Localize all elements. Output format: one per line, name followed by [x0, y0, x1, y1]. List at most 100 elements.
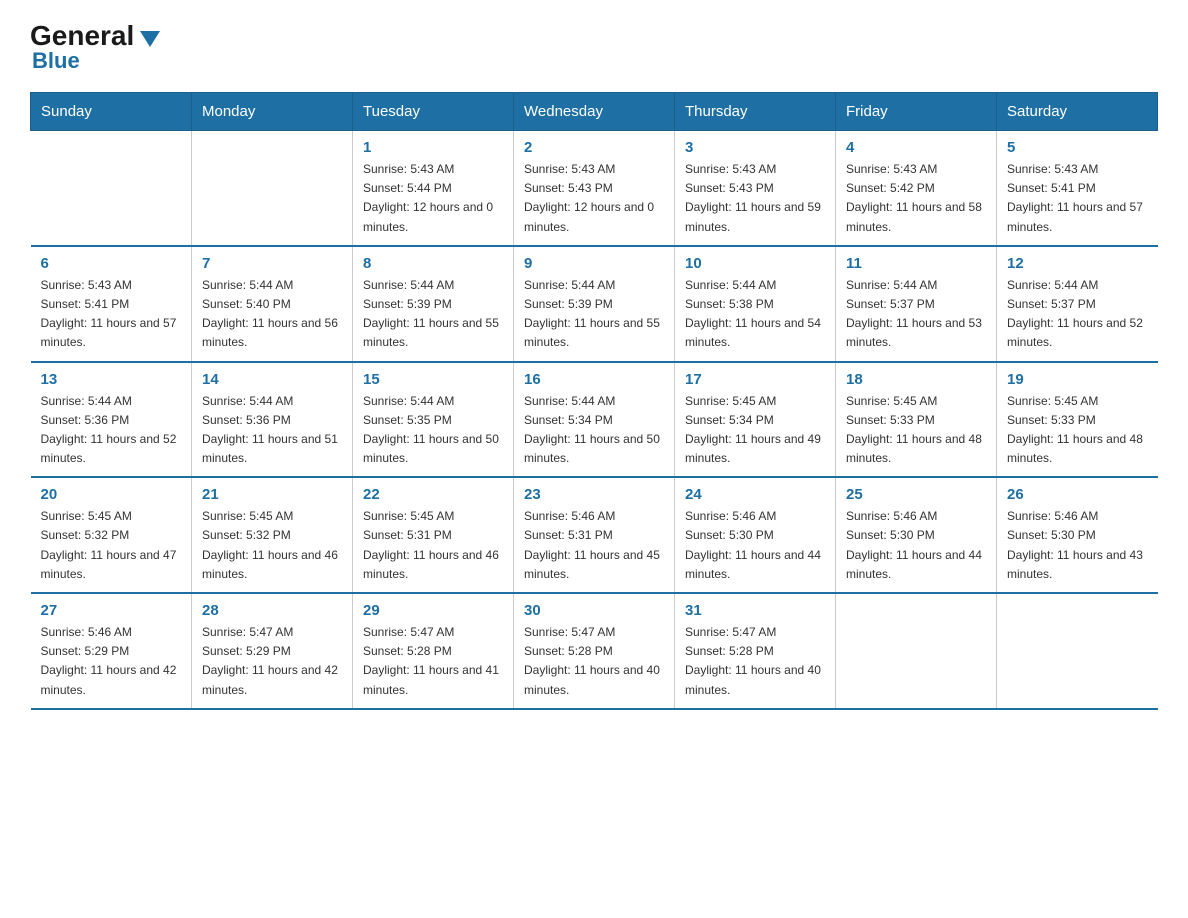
day-number: 12: [1007, 255, 1148, 272]
calendar-cell: 29 Sunrise: 5:47 AMSunset: 5:28 PMDayligh…: [353, 593, 514, 709]
day-info: Sunrise: 5:47 AMSunset: 5:29 PMDaylight:…: [202, 623, 342, 700]
calendar-week-1: 1 Sunrise: 5:43 AMSunset: 5:44 PMDaylight…: [31, 131, 1158, 246]
calendar-cell: 8Sunrise: 5:44 AMSunset: 5:39 PMDaylight…: [353, 246, 514, 362]
day-info: Sunrise: 5:43 AMSunset: 5:41 PMDaylight:…: [1007, 160, 1148, 237]
calendar-week-3: 13 Sunrise: 5:44 AMSunset: 5:36 PMDayligh…: [31, 362, 1158, 478]
day-number: 25: [846, 486, 986, 503]
day-info: Sunrise: 5:46 AMSunset: 5:30 PMDaylight:…: [685, 507, 825, 584]
calendar-week-2: 6Sunrise: 5:43 AMSunset: 5:41 PMDaylight…: [31, 246, 1158, 362]
day-number: 5: [1007, 139, 1148, 156]
day-number: 24: [685, 486, 825, 503]
day-info: Sunrise: 5:44 AMSunset: 5:37 PMDaylight:…: [1007, 276, 1148, 353]
day-info: Sunrise: 5:43 AMSunset: 5:43 PMDaylight:…: [524, 160, 664, 237]
day-info: Sunrise: 5:44 AMSunset: 5:36 PMDaylight:…: [202, 392, 342, 469]
day-info: Sunrise: 5:47 AMSunset: 5:28 PMDaylight:…: [363, 623, 503, 700]
day-number: 28: [202, 602, 342, 619]
calendar-cell: 19 Sunrise: 5:45 AMSunset: 5:33 PMDayligh…: [997, 362, 1158, 478]
calendar-cell: 18 Sunrise: 5:45 AMSunset: 5:33 PMDayligh…: [836, 362, 997, 478]
page-header: General Blue: [30, 20, 1158, 74]
calendar-cell: 15 Sunrise: 5:44 AMSunset: 5:35 PMDayligh…: [353, 362, 514, 478]
calendar-cell: 11Sunrise: 5:44 AMSunset: 5:37 PMDayligh…: [836, 246, 997, 362]
calendar-cell: 22 Sunrise: 5:45 AMSunset: 5:31 PMDayligh…: [353, 477, 514, 593]
calendar-cell: 10 Sunrise: 5:44 AMSunset: 5:38 PMDayligh…: [675, 246, 836, 362]
calendar-cell: [997, 593, 1158, 709]
day-info: Sunrise: 5:44 AMSunset: 5:36 PMDaylight:…: [41, 392, 182, 469]
day-number: 15: [363, 371, 503, 388]
calendar-cell: 1 Sunrise: 5:43 AMSunset: 5:44 PMDaylight…: [353, 131, 514, 246]
calendar-cell: 23 Sunrise: 5:46 AMSunset: 5:31 PMDayligh…: [514, 477, 675, 593]
day-number: 31: [685, 602, 825, 619]
day-info: Sunrise: 5:44 AMSunset: 5:34 PMDaylight:…: [524, 392, 664, 469]
calendar-cell: 17 Sunrise: 5:45 AMSunset: 5:34 PMDayligh…: [675, 362, 836, 478]
header-cell-thursday: Thursday: [675, 93, 836, 131]
day-info: Sunrise: 5:47 AMSunset: 5:28 PMDaylight:…: [524, 623, 664, 700]
day-number: 22: [363, 486, 503, 503]
calendar-cell: [31, 131, 192, 246]
day-info: Sunrise: 5:43 AMSunset: 5:44 PMDaylight:…: [363, 160, 503, 237]
calendar-cell: 26Sunrise: 5:46 AMSunset: 5:30 PMDayligh…: [997, 477, 1158, 593]
calendar-cell: 30 Sunrise: 5:47 AMSunset: 5:28 PMDayligh…: [514, 593, 675, 709]
day-number: 9: [524, 255, 664, 272]
calendar-cell: 24 Sunrise: 5:46 AMSunset: 5:30 PMDayligh…: [675, 477, 836, 593]
day-info: Sunrise: 5:45 AMSunset: 5:32 PMDaylight:…: [41, 507, 182, 584]
day-info: Sunrise: 5:44 AMSunset: 5:39 PMDaylight:…: [524, 276, 664, 353]
calendar-cell: 13 Sunrise: 5:44 AMSunset: 5:36 PMDayligh…: [31, 362, 192, 478]
day-number: 30: [524, 602, 664, 619]
day-info: Sunrise: 5:45 AMSunset: 5:33 PMDaylight:…: [846, 392, 986, 469]
header-row: SundayMondayTuesdayWednesdayThursdayFrid…: [31, 93, 1158, 131]
day-number: 3: [685, 139, 825, 156]
calendar-header: SundayMondayTuesdayWednesdayThursdayFrid…: [31, 93, 1158, 131]
header-cell-friday: Friday: [836, 93, 997, 131]
calendar-week-5: 27Sunrise: 5:46 AMSunset: 5:29 PMDayligh…: [31, 593, 1158, 709]
calendar-cell: 14Sunrise: 5:44 AMSunset: 5:36 PMDayligh…: [192, 362, 353, 478]
logo-arrow-icon: [140, 31, 160, 47]
logo: General Blue: [30, 20, 160, 74]
day-info: Sunrise: 5:45 AMSunset: 5:32 PMDaylight:…: [202, 507, 342, 584]
day-number: 8: [363, 255, 503, 272]
calendar-cell: 4 Sunrise: 5:43 AMSunset: 5:42 PMDaylight…: [836, 131, 997, 246]
day-number: 20: [41, 486, 182, 503]
calendar-cell: 27Sunrise: 5:46 AMSunset: 5:29 PMDayligh…: [31, 593, 192, 709]
day-info: Sunrise: 5:46 AMSunset: 5:30 PMDaylight:…: [1007, 507, 1148, 584]
calendar-cell: 31 Sunrise: 5:47 AMSunset: 5:28 PMDayligh…: [675, 593, 836, 709]
day-number: 13: [41, 371, 182, 388]
header-cell-wednesday: Wednesday: [514, 93, 675, 131]
day-info: Sunrise: 5:44 AMSunset: 5:35 PMDaylight:…: [363, 392, 503, 469]
header-cell-monday: Monday: [192, 93, 353, 131]
day-info: Sunrise: 5:43 AMSunset: 5:42 PMDaylight:…: [846, 160, 986, 237]
day-number: 19: [1007, 371, 1148, 388]
day-number: 1: [363, 139, 503, 156]
calendar-cell: 28 Sunrise: 5:47 AMSunset: 5:29 PMDayligh…: [192, 593, 353, 709]
day-info: Sunrise: 5:43 AMSunset: 5:43 PMDaylight:…: [685, 160, 825, 237]
day-info: Sunrise: 5:45 AMSunset: 5:34 PMDaylight:…: [685, 392, 825, 469]
day-info: Sunrise: 5:45 AMSunset: 5:33 PMDaylight:…: [1007, 392, 1148, 469]
calendar-week-4: 20 Sunrise: 5:45 AMSunset: 5:32 PMDayligh…: [31, 477, 1158, 593]
day-number: 16: [524, 371, 664, 388]
calendar-cell: 6Sunrise: 5:43 AMSunset: 5:41 PMDaylight…: [31, 246, 192, 362]
calendar-cell: 3 Sunrise: 5:43 AMSunset: 5:43 PMDaylight…: [675, 131, 836, 246]
calendar-cell: 5 Sunrise: 5:43 AMSunset: 5:41 PMDaylight…: [997, 131, 1158, 246]
day-info: Sunrise: 5:46 AMSunset: 5:31 PMDaylight:…: [524, 507, 664, 584]
day-number: 23: [524, 486, 664, 503]
day-number: 4: [846, 139, 986, 156]
day-number: 18: [846, 371, 986, 388]
day-info: Sunrise: 5:46 AMSunset: 5:29 PMDaylight:…: [41, 623, 182, 700]
day-info: Sunrise: 5:47 AMSunset: 5:28 PMDaylight:…: [685, 623, 825, 700]
day-number: 29: [363, 602, 503, 619]
header-cell-saturday: Saturday: [997, 93, 1158, 131]
calendar-table: SundayMondayTuesdayWednesdayThursdayFrid…: [30, 92, 1158, 710]
day-number: 21: [202, 486, 342, 503]
calendar-cell: 12 Sunrise: 5:44 AMSunset: 5:37 PMDayligh…: [997, 246, 1158, 362]
day-info: Sunrise: 5:44 AMSunset: 5:38 PMDaylight:…: [685, 276, 825, 353]
day-info: Sunrise: 5:43 AMSunset: 5:41 PMDaylight:…: [41, 276, 182, 353]
calendar-cell: 20 Sunrise: 5:45 AMSunset: 5:32 PMDayligh…: [31, 477, 192, 593]
day-info: Sunrise: 5:45 AMSunset: 5:31 PMDaylight:…: [363, 507, 503, 584]
calendar-cell: 16 Sunrise: 5:44 AMSunset: 5:34 PMDayligh…: [514, 362, 675, 478]
calendar-cell: [192, 131, 353, 246]
header-cell-sunday: Sunday: [31, 93, 192, 131]
day-number: 10: [685, 255, 825, 272]
day-number: 2: [524, 139, 664, 156]
day-info: Sunrise: 5:44 AMSunset: 5:37 PMDaylight:…: [846, 276, 986, 353]
day-number: 7: [202, 255, 342, 272]
day-number: 17: [685, 371, 825, 388]
